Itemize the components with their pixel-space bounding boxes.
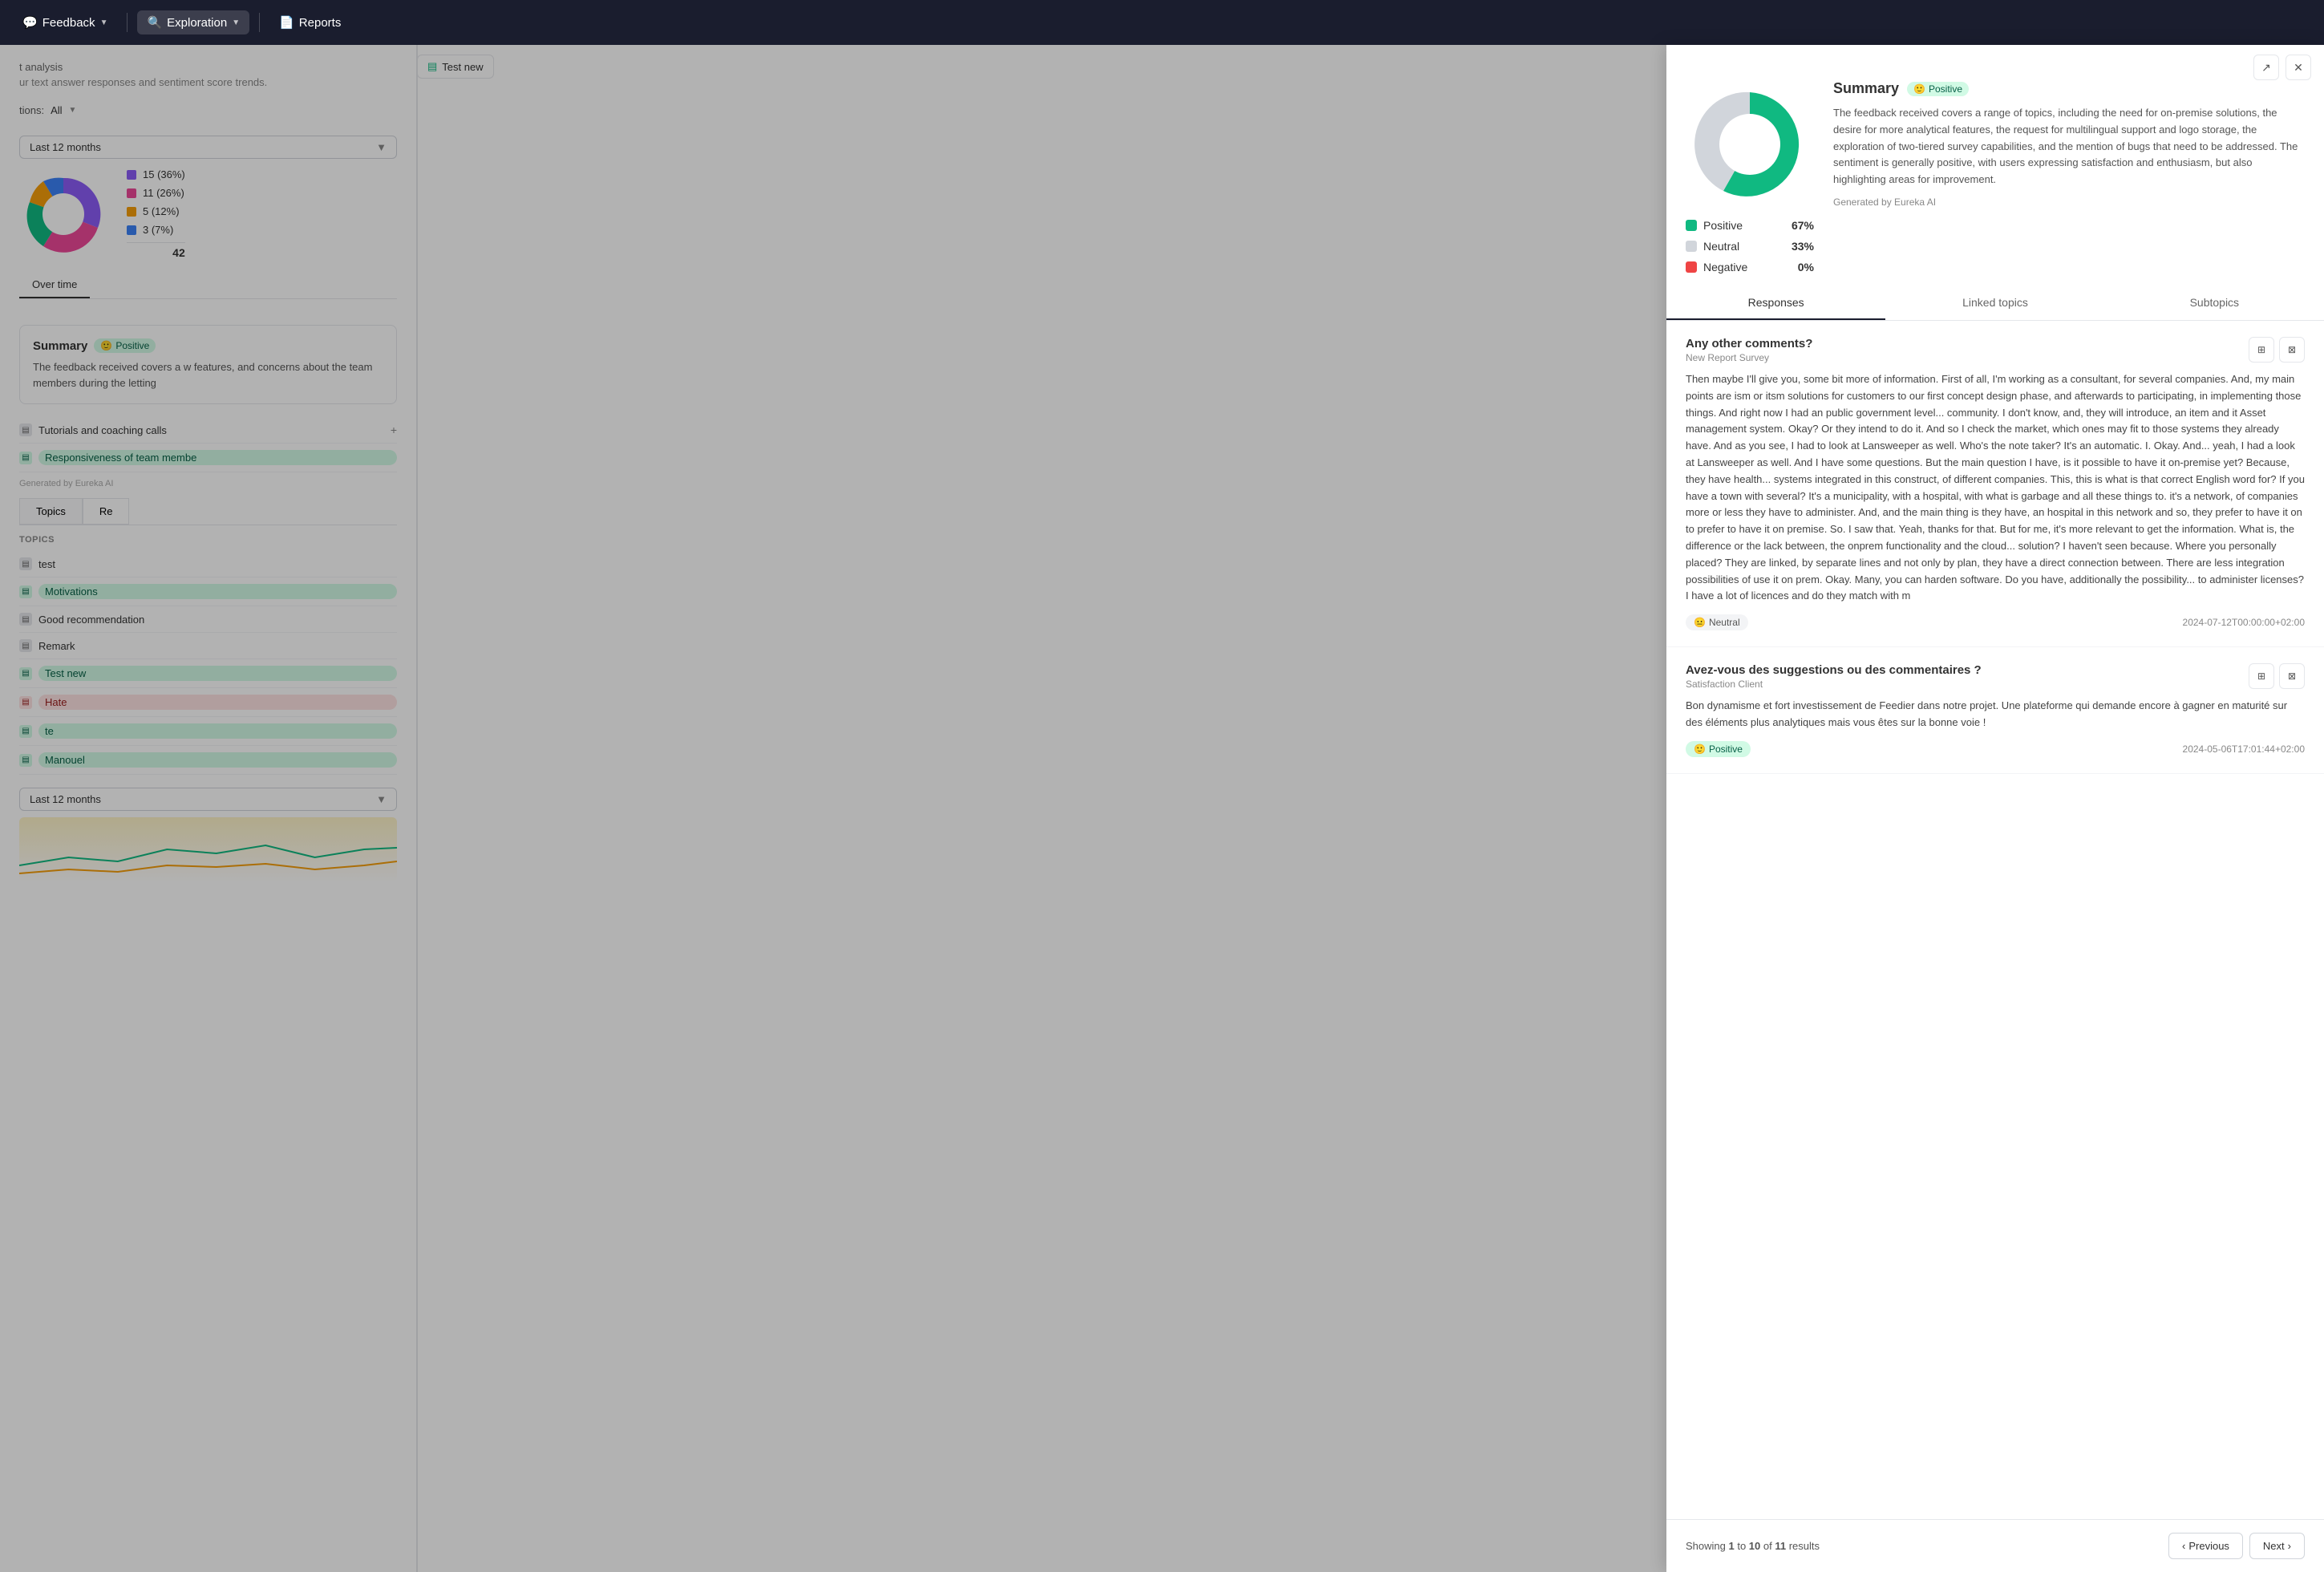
- response-flag-button[interactable]: ⊠: [2279, 337, 2305, 363]
- pagination-of2: of: [1760, 1540, 1775, 1552]
- donut-color-negative: [1686, 261, 1697, 273]
- feedback-icon: 💬: [22, 15, 38, 30]
- response-actions: ⊞ ⊠: [2249, 663, 2305, 689]
- nav-feedback[interactable]: 💬 Feedback ▼: [13, 10, 117, 34]
- modal-summary-title: Summary: [1833, 80, 1899, 97]
- pagination-of: to: [1735, 1540, 1749, 1552]
- prev-button[interactable]: ‹ Previous: [2168, 1533, 2243, 1559]
- donut-positive-label: Positive: [1703, 219, 1743, 232]
- donut-legend: Positive 67% Neutral 33%: [1686, 219, 1814, 273]
- donut-positive-pct: 67%: [1792, 219, 1814, 232]
- modal-summary-text: The feedback received covers a range of …: [1833, 105, 2305, 188]
- modal-summary-badge-label: Positive: [1929, 83, 1962, 95]
- donut-section: Positive 67% Neutral 33%: [1686, 80, 1814, 273]
- donut-legend-neutral-left: Neutral: [1686, 240, 1739, 253]
- modal-generated-by: Generated by Eureka AI: [1833, 196, 2305, 208]
- modal-summary: Positive 67% Neutral 33%: [1666, 80, 2324, 286]
- sentiment-badge: 🙂 Positive: [1686, 741, 1751, 757]
- exploration-icon: 🔍: [147, 15, 162, 30]
- donut-chart-svg: [1686, 80, 1814, 209]
- response-survey: New Report Survey: [1686, 352, 1812, 363]
- modal-summary-right: Summary 🙂 Positive The feedback received…: [1833, 80, 2305, 208]
- donut-neutral-label: Neutral: [1703, 240, 1739, 253]
- next-button[interactable]: Next ›: [2249, 1533, 2305, 1559]
- modal-summary-badge: 🙂 Positive: [1907, 82, 1969, 96]
- modal-external-link-button[interactable]: ↗: [2253, 55, 2279, 80]
- sentiment-emoji: 😐: [1694, 617, 1706, 628]
- response-question: Avez-vous des suggestions ou des comment…: [1686, 663, 1982, 677]
- next-label: Next: [2263, 1540, 2285, 1552]
- responses-list: Any other comments? New Report Survey ⊞ …: [1666, 321, 2324, 1519]
- response-text: Then maybe I'll give you, some bit more …: [1686, 371, 2305, 605]
- nav-exploration-label: Exploration: [167, 16, 227, 30]
- donut-legend-neutral: Neutral 33%: [1686, 240, 1814, 253]
- response-footer: 😐 Neutral 2024-07-12T00:00:00+02:00: [1686, 614, 2305, 630]
- prev-label: Previous: [2188, 1540, 2229, 1552]
- response-actions: ⊞ ⊠: [2249, 337, 2305, 363]
- response-footer: 🙂 Positive 2024-05-06T17:01:44+02:00: [1686, 741, 2305, 757]
- donut-color-neutral: [1686, 241, 1697, 252]
- pagination-to: 10: [1749, 1540, 1760, 1552]
- donut-neutral-pct: 33%: [1792, 240, 1814, 253]
- sentiment-badge: 😐 Neutral: [1686, 614, 1748, 630]
- donut-negative-pct: 0%: [1798, 261, 1814, 273]
- modal-tab-subtopics[interactable]: Subtopics: [2105, 286, 2324, 320]
- nav-feedback-label: Feedback: [43, 16, 95, 30]
- response-date: 2024-05-06T17:01:44+02:00: [2183, 743, 2305, 755]
- modal-panel: ↗ ✕ Positive: [1666, 45, 2324, 1572]
- modal-summary-header: Summary 🙂 Positive: [1833, 80, 2305, 97]
- response-flag-button[interactable]: ⊠: [2279, 663, 2305, 689]
- pagination-total: 11: [1775, 1540, 1786, 1552]
- prev-chevron: ‹: [2182, 1540, 2185, 1552]
- response-question: Any other comments?: [1686, 337, 1812, 350]
- pagination-from: 1: [1728, 1540, 1734, 1552]
- response-date: 2024-07-12T00:00:00+02:00: [2183, 617, 2305, 628]
- modal-overlay: ↗ ✕ Positive: [0, 45, 2324, 1572]
- modal-tab-responses[interactable]: Responses: [1666, 286, 1885, 320]
- modal-header-actions: ↗ ✕: [1666, 45, 2324, 80]
- response-copy-button[interactable]: ⊞: [2249, 663, 2274, 689]
- donut-legend-positive: Positive 67%: [1686, 219, 1814, 232]
- reports-icon: 📄: [279, 15, 294, 30]
- response-item: Any other comments? New Report Survey ⊞ …: [1666, 321, 2324, 647]
- donut-legend-negative-left: Negative: [1686, 261, 1747, 273]
- pagination-results: results: [1786, 1540, 1820, 1552]
- donut-legend-negative: Negative 0%: [1686, 261, 1814, 273]
- modal-tab-linked-topics[interactable]: Linked topics: [1885, 286, 2104, 320]
- sentiment-emoji: 🙂: [1694, 743, 1706, 755]
- response-item: Avez-vous des suggestions ou des comment…: [1666, 647, 2324, 774]
- feedback-chevron: ▼: [100, 18, 108, 27]
- modal-tabs: Responses Linked topics Subtopics: [1666, 286, 2324, 321]
- topnav: 💬 Feedback ▼ 🔍 Exploration ▼ 📄 Reports: [0, 0, 2324, 45]
- donut-color-positive: [1686, 220, 1697, 231]
- modal-positive-emoji: 🙂: [1913, 83, 1925, 95]
- nav-reports[interactable]: 📄 Reports: [269, 10, 350, 34]
- pagination-info: Showing 1 to 10 of 11 results: [1686, 1540, 1820, 1552]
- nav-reports-label: Reports: [299, 16, 342, 30]
- exploration-chevron: ▼: [232, 18, 240, 27]
- response-survey: Satisfaction Client: [1686, 679, 1982, 690]
- response-text: Bon dynamisme et fort investissement de …: [1686, 698, 2305, 731]
- donut-legend-positive-left: Positive: [1686, 219, 1743, 232]
- nav-exploration[interactable]: 🔍 Exploration ▼: [137, 10, 249, 34]
- nav-separator-1: [127, 13, 128, 32]
- pagination-buttons: ‹ Previous Next ›: [2168, 1533, 2305, 1559]
- pagination-showing: Showing: [1686, 1540, 1728, 1552]
- modal-close-button[interactable]: ✕: [2286, 55, 2311, 80]
- response-copy-button[interactable]: ⊞: [2249, 337, 2274, 363]
- nav-separator-2: [259, 13, 260, 32]
- donut-negative-label: Negative: [1703, 261, 1747, 273]
- next-chevron: ›: [2288, 1540, 2291, 1552]
- pagination: Showing 1 to 10 of 11 results ‹ Previous…: [1666, 1519, 2324, 1572]
